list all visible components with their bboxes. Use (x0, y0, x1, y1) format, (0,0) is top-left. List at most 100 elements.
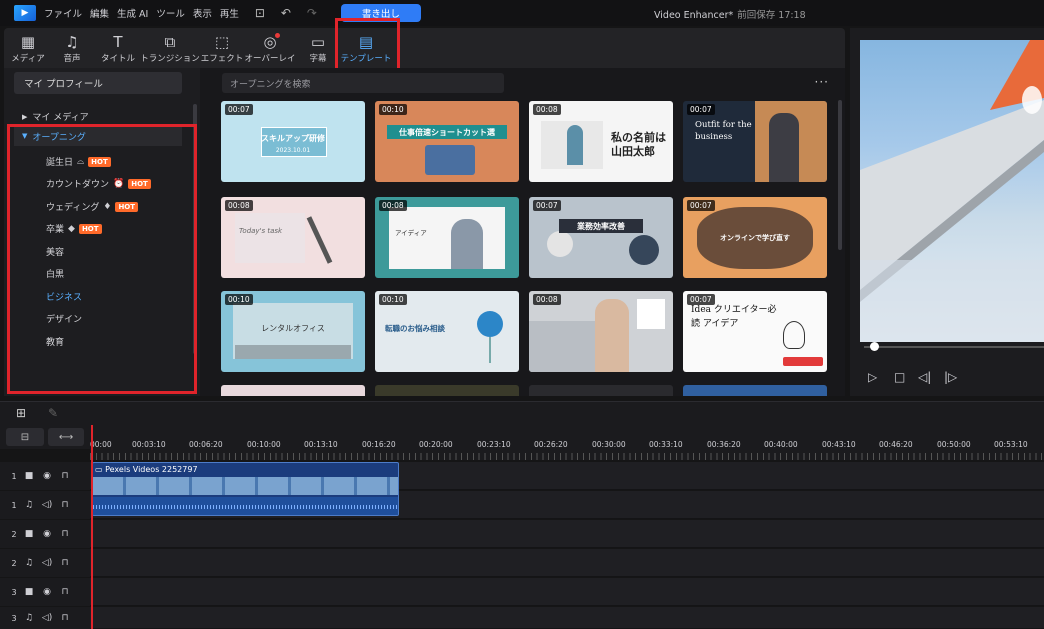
next-frame-icon[interactable]: |▷ (944, 370, 957, 384)
lock-icon[interactable]: ⊓ (56, 558, 74, 568)
lock-icon[interactable]: ⊓ (56, 529, 74, 539)
speaker-icon[interactable]: ◁) (38, 500, 56, 510)
template-thumb-16[interactable] (683, 385, 827, 396)
menu-file[interactable]: ファイル (44, 6, 82, 20)
lock-icon[interactable]: ⊓ (56, 587, 74, 597)
template-thumb-6[interactable]: アイディア 00:08 (375, 197, 519, 278)
video-track-icon: ■ (24, 529, 34, 539)
menu-edit[interactable]: 編集 (90, 6, 109, 20)
more-options-icon[interactable]: ··· (815, 75, 829, 89)
duration-badge: 00:08 (533, 294, 561, 305)
template-thumb-5[interactable]: Today's task 00:08 (221, 197, 365, 278)
video-clip[interactable]: ▭ Pexels Videos 2252797 (92, 462, 399, 516)
eye-icon[interactable]: ◉ (38, 529, 56, 539)
template-thumb-12[interactable]: Idea クリエイター必読 アイデア 00:07 (683, 291, 827, 372)
playhead[interactable] (91, 425, 93, 629)
template-thumb-14[interactable] (375, 385, 519, 396)
music-icon: ♫ (65, 32, 79, 51)
duration-badge: 00:07 (225, 104, 253, 115)
play-icon[interactable]: ▷ (868, 370, 877, 384)
redo-icon[interactable]: ↷ (305, 6, 319, 20)
prev-frame-icon[interactable]: ◁| (918, 370, 931, 384)
track-manager-icon[interactable]: ⊞ (16, 406, 26, 420)
template-text: スキルアップ研修 (261, 134, 325, 143)
clip-video-icon: ▭ (95, 465, 106, 474)
template-tab-highlight (335, 18, 400, 73)
opening-category-highlight (7, 124, 197, 394)
template-thumb-1[interactable]: スキルアップ研修 2023.10.01 00:07 (221, 101, 365, 182)
track-number: 3 (11, 587, 17, 597)
library-scrollbar[interactable] (838, 100, 842, 250)
sidebar-item-my-media[interactable]: ▶ マイ メディア (22, 110, 89, 124)
track-lane-audio-3[interactable] (90, 607, 1044, 629)
speaker-icon[interactable]: ◁) (38, 558, 56, 568)
template-thumb-7[interactable]: 業務効率改善 00:07 (529, 197, 673, 278)
ruler-marks (90, 453, 1044, 460)
template-thumb-9[interactable]: レンタルオフィス 00:10 (221, 291, 365, 372)
template-thumb-8[interactable]: オンラインで学び直す 00:07 (683, 197, 827, 278)
menu-tools[interactable]: ツール (156, 6, 185, 20)
preview-video[interactable] (860, 40, 1044, 342)
lock-icon[interactable]: ⊓ (56, 471, 74, 481)
search-input[interactable]: オープニングを検索 (222, 73, 504, 93)
duration-badge: 00:10 (379, 294, 407, 305)
seek-handle[interactable] (870, 342, 879, 351)
template-thumb-10[interactable]: 転職のお悩み相談 00:10 (375, 291, 519, 372)
template-text: レンタルオフィス (261, 324, 325, 333)
track-number: 2 (11, 529, 17, 539)
ruler-tick: 00:50:00 (937, 440, 971, 449)
title-icon: T (113, 32, 123, 51)
eye-icon[interactable]: ◉ (38, 471, 56, 481)
add-track-button[interactable]: ⊟ (6, 428, 44, 446)
menu-view[interactable]: 表示 (193, 6, 212, 20)
sidebar-item-label: マイ メディア (32, 113, 89, 123)
tab-transition[interactable]: ⧉ トランジション (140, 28, 200, 68)
ruler-tick: 00:20:00 (419, 440, 453, 449)
preview-panel: ▷ □ ◁| |▷ (850, 28, 1044, 396)
tab-effect[interactable]: ⬚ エフェクト (198, 28, 246, 68)
tab-overlay[interactable]: ◎ オーバーレイ (245, 28, 296, 68)
track-lane-video-2[interactable] (90, 520, 1044, 548)
tab-title[interactable]: T タイトル (94, 28, 142, 68)
track-lane-audio-2[interactable] (90, 549, 1044, 577)
ruler-tick: 00:23:10 (477, 440, 511, 449)
preview-seekbar[interactable] (864, 346, 1044, 348)
fit-timeline-button[interactable]: ⟷ (48, 428, 84, 446)
eye-icon[interactable]: ◉ (38, 587, 56, 597)
speaker-icon[interactable]: ◁) (38, 613, 56, 623)
undo-icon[interactable]: ↶ (279, 6, 293, 20)
notification-dot (275, 33, 280, 38)
track-header-audio-1: 1 ♫ ◁) ⊓ (0, 491, 90, 519)
my-profile-button[interactable]: マイ プロフィール (14, 72, 182, 94)
track-tools: ⊟ ⟷ (0, 425, 90, 449)
menu-gen-ai[interactable]: 生成 AI (117, 6, 148, 20)
tab-audio[interactable]: ♫ 音声 (48, 28, 96, 68)
template-thumb-11[interactable]: 00:08 (529, 291, 673, 372)
timeline-ruler[interactable]: 00:00 00:03:10 00:06:20 00:10:00 00:13:1… (90, 425, 1044, 460)
template-thumb-2[interactable]: 仕事倍速ショートカット選 00:10 (375, 101, 519, 182)
template-thumb-13[interactable] (221, 385, 365, 396)
template-thumb-4[interactable]: Outfit for the business 00:07 (683, 101, 827, 182)
template-text: 転職のお悩み相談 (385, 324, 445, 333)
tab-label: 音声 (63, 53, 81, 64)
template-thumb-15[interactable] (529, 385, 673, 396)
save-icon[interactable]: ⊡ (253, 6, 267, 20)
clip-audio-waveform (93, 497, 398, 515)
music-note-icon: ♫ (24, 558, 34, 568)
duration-badge: 00:07 (687, 200, 715, 211)
tab-media[interactable]: ▦ メディア (4, 28, 52, 68)
duration-badge: 00:07 (687, 294, 715, 305)
lock-icon[interactable]: ⊓ (56, 500, 74, 510)
track-header-video-1: 1 ■ ◉ ⊓ (0, 462, 90, 490)
stop-icon[interactable]: □ (894, 370, 905, 384)
ruler-tick: 00:10:00 (247, 440, 281, 449)
edit-icon[interactable]: ✎ (48, 406, 58, 420)
lock-icon[interactable]: ⊓ (56, 613, 74, 623)
transition-icon: ⧉ (164, 32, 176, 51)
track-settings-icon: ⊟ (20, 431, 30, 443)
airplane-wing-image (860, 40, 1044, 342)
template-thumb-3[interactable]: 私の名前は 山田太郎 00:08 (529, 101, 673, 182)
menu-play[interactable]: 再生 (220, 6, 239, 20)
track-lane-video-3[interactable] (90, 578, 1044, 606)
clip-label: ▭ Pexels Videos 2252797 (95, 465, 198, 474)
